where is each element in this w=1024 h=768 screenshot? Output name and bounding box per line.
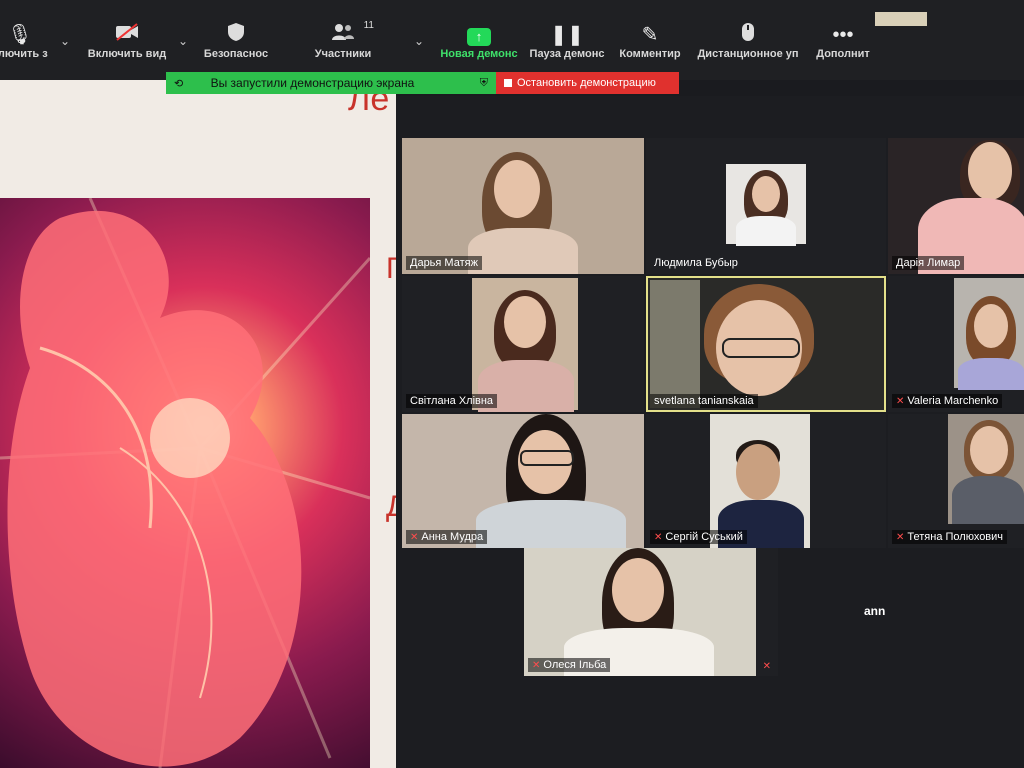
shield-icon: [200, 22, 272, 48]
glasses: [722, 338, 800, 358]
mouse-icon: [694, 22, 802, 48]
pause-icon: ❚❚: [550, 24, 584, 46]
more-button[interactable]: ••• Дополнит: [810, 22, 876, 74]
share-screen-icon: ↑: [467, 28, 491, 46]
participant-name: svetlana tanianskaia: [650, 394, 758, 408]
window-strip: [875, 12, 927, 26]
participant-name: Сергій Суський: [665, 531, 743, 543]
muted-mic-icon: ✕: [896, 532, 905, 543]
participants-button[interactable]: 11 Участники: [310, 20, 376, 74]
mute-options-chevron-icon[interactable]: ⌄: [60, 34, 70, 48]
video-options-chevron-icon[interactable]: ⌄: [178, 34, 188, 48]
screen-share-banner: ⟲ Вы запустили демонстрацию экрана ⛨: [166, 72, 496, 94]
mute-button[interactable]: 🎙 ключить з: [0, 22, 50, 74]
muted-mic-icon: ✕: [532, 660, 541, 671]
participant-name: Світлана Хлівна: [406, 394, 498, 408]
participant-tile[interactable]: ✕ Valeria Marchenko: [888, 276, 1024, 412]
meeting-toolbar: 🎙 ключить з ⌄ Включить вид ⌄ Безопаснос …: [0, 0, 1024, 80]
participant-name: Анна Мудра: [421, 531, 484, 543]
more-icon: •••: [832, 24, 854, 46]
participant-tile[interactable]: ✕ Анна Мудра: [402, 414, 644, 548]
pencil-icon: ✎: [641, 24, 659, 46]
participant-name: Тетяна Полюхович: [907, 531, 1004, 543]
participant-tile[interactable]: ✕ Сергій Суський: [646, 414, 886, 548]
encryption-shield-icon: ⛨: [479, 77, 488, 89]
participant-tile[interactable]: Дарья Матяж: [402, 138, 644, 274]
remote-control-button[interactable]: Дистанционное уп: [694, 22, 802, 74]
share-status-icon: ⟲: [174, 78, 184, 90]
start-video-button[interactable]: Включить вид: [84, 22, 170, 74]
shared-slide: Ле Г Д: [0, 80, 396, 768]
muted-mic-icon: ✕: [896, 396, 905, 407]
new-share-button[interactable]: ↑ Новая демонс: [438, 22, 520, 74]
participant-tile[interactable]: Людмила Бубыр: [646, 138, 886, 274]
participant-tile[interactable]: ✕ Олеся Ільба ✕: [524, 548, 778, 676]
participant-tile-active-speaker[interactable]: svetlana tanianskaia: [646, 276, 886, 412]
participant-tile[interactable]: Дарія Лимар: [888, 138, 1024, 274]
slide-letter: Г: [386, 252, 396, 285]
glasses: [520, 450, 574, 466]
heart-image: [0, 198, 370, 768]
pause-share-button[interactable]: ❚❚ Пауза демонс: [528, 22, 606, 74]
participant-count: 11: [363, 20, 374, 31]
participant-name: Олеся Ільба: [543, 659, 607, 671]
participant-name: ann: [864, 604, 886, 618]
participant-tile[interactable]: Світлана Хлівна: [402, 276, 644, 412]
participant-name: Дарія Лимар: [892, 256, 965, 270]
annotate-button[interactable]: ✎ Комментир: [614, 22, 686, 74]
mic-icon: 🎙: [7, 24, 33, 46]
participant-gallery: Дарья Матяж Людмила Бубыр Дарія Лимар Св…: [396, 96, 1024, 768]
participant-tile[interactable]: ✕ Тетяна Полюхович: [888, 414, 1024, 548]
participant-tile-no-video[interactable]: ann: [780, 548, 1024, 676]
video-off-icon: [84, 22, 170, 48]
participant-name: Valeria Marchenko: [907, 395, 999, 407]
muted-mic-icon: ✕: [762, 661, 771, 672]
security-button[interactable]: Безопаснос: [200, 22, 272, 74]
stop-share-button[interactable]: Остановить демонстрацию: [496, 72, 679, 94]
participants-chevron-icon[interactable]: ⌄: [414, 34, 424, 48]
participant-name: Людмила Бубыр: [654, 257, 738, 269]
stop-icon: [504, 79, 512, 88]
muted-mic-icon: ✕: [410, 532, 419, 543]
slide-letter: Д: [386, 490, 396, 524]
muted-mic-icon: ✕: [654, 532, 663, 543]
participant-name: Дарья Матяж: [406, 256, 482, 270]
